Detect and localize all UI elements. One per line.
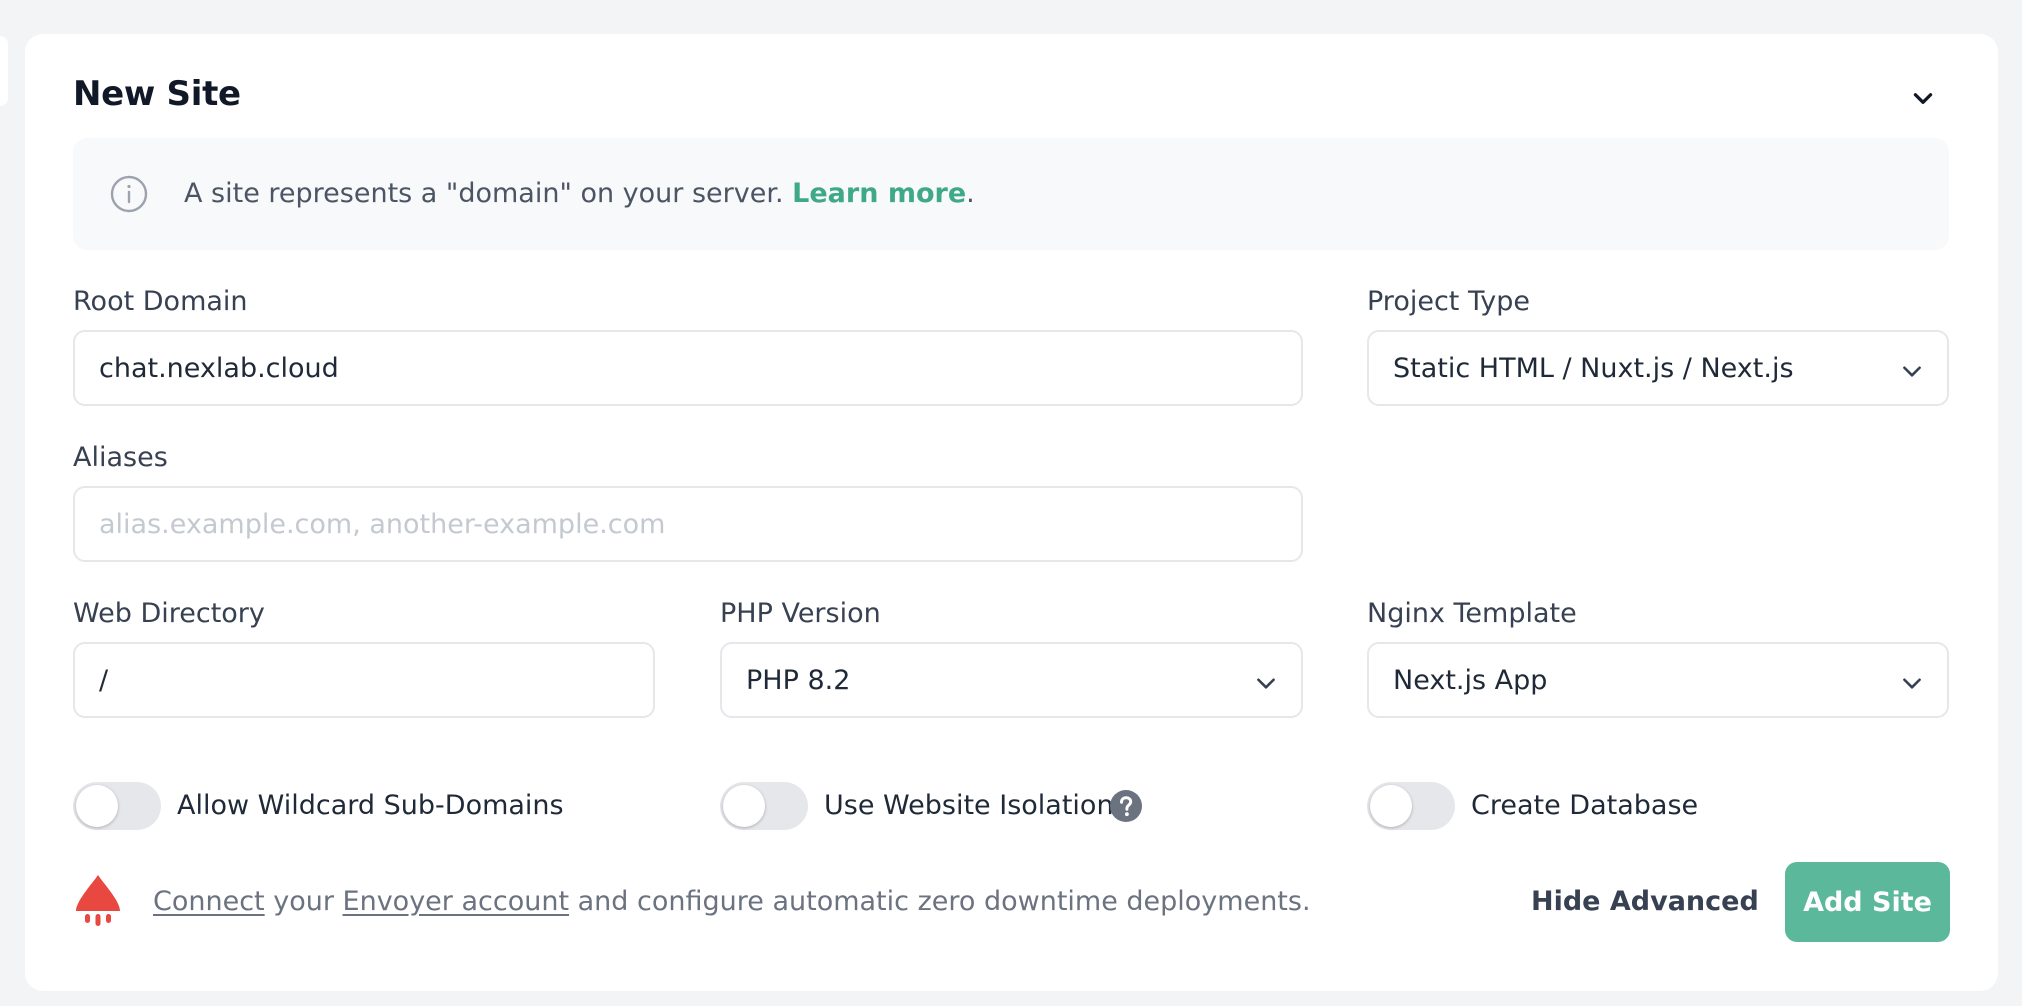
footer-your: your (264, 886, 343, 917)
toggle-knob (76, 785, 118, 827)
chevron-down-icon (1903, 366, 1921, 377)
hide-advanced-button[interactable]: Hide Advanced (1531, 886, 1759, 917)
database-label: Create Database (1471, 790, 1699, 821)
add-site-button[interactable]: Add Site (1785, 862, 1950, 942)
envoyer-promo: Connect your Envoyer account and configu… (153, 886, 1311, 917)
chevron-down-icon (1903, 678, 1921, 689)
database-toggle[interactable] (1367, 782, 1455, 830)
isolation-label: Use Website Isolation (824, 790, 1114, 821)
chevron-down-icon (1257, 678, 1275, 689)
info-banner: A site represents a "domain" on your ser… (73, 138, 1949, 250)
nginx-template-value: Next.js App (1393, 664, 1548, 696)
learn-more-link[interactable]: Learn more (792, 178, 966, 209)
question-circle-icon[interactable] (1109, 789, 1143, 823)
toggle-knob (723, 785, 765, 827)
project-type-select[interactable]: Static HTML / Nuxt.js / Next.js (1367, 330, 1949, 406)
nginx-template-label: Nginx Template (1367, 598, 1577, 629)
envoyer-account-link[interactable]: Envoyer account (343, 886, 570, 917)
aliases-input[interactable] (73, 486, 1303, 562)
info-message: A site represents a "domain" on your ser… (184, 178, 784, 209)
project-type-label: Project Type (1367, 286, 1530, 317)
info-period: . (966, 178, 975, 209)
collapse-button[interactable] (1905, 80, 1941, 116)
connect-link[interactable]: Connect (153, 886, 265, 917)
adjacent-panel-edge (0, 36, 8, 106)
web-directory-input[interactable] (73, 642, 655, 718)
web-directory-label: Web Directory (73, 598, 265, 629)
info-text: A site represents a "domain" on your ser… (184, 178, 975, 209)
php-version-value: PHP 8.2 (746, 664, 851, 696)
nginx-template-select[interactable]: Next.js App (1367, 642, 1949, 718)
root-domain-label: Root Domain (73, 286, 248, 317)
page-title: New Site (73, 74, 241, 114)
info-circle-icon (110, 175, 148, 213)
wildcard-toggle[interactable] (73, 782, 161, 830)
isolation-toggle[interactable] (720, 782, 808, 830)
root-domain-input[interactable] (73, 330, 1303, 406)
chevron-down-icon (1913, 93, 1933, 104)
aliases-label: Aliases (73, 442, 168, 473)
footer-rest: and configure automatic zero downtime de… (569, 886, 1311, 917)
new-site-card: New Site A site represents a "domain" on… (25, 34, 1998, 991)
wildcard-label: Allow Wildcard Sub-Domains (177, 790, 564, 821)
toggle-knob (1370, 785, 1412, 827)
envoyer-logo (76, 875, 120, 926)
php-version-select[interactable]: PHP 8.2 (720, 642, 1303, 718)
project-type-value: Static HTML / Nuxt.js / Next.js (1393, 352, 1794, 384)
php-version-label: PHP Version (720, 598, 881, 629)
